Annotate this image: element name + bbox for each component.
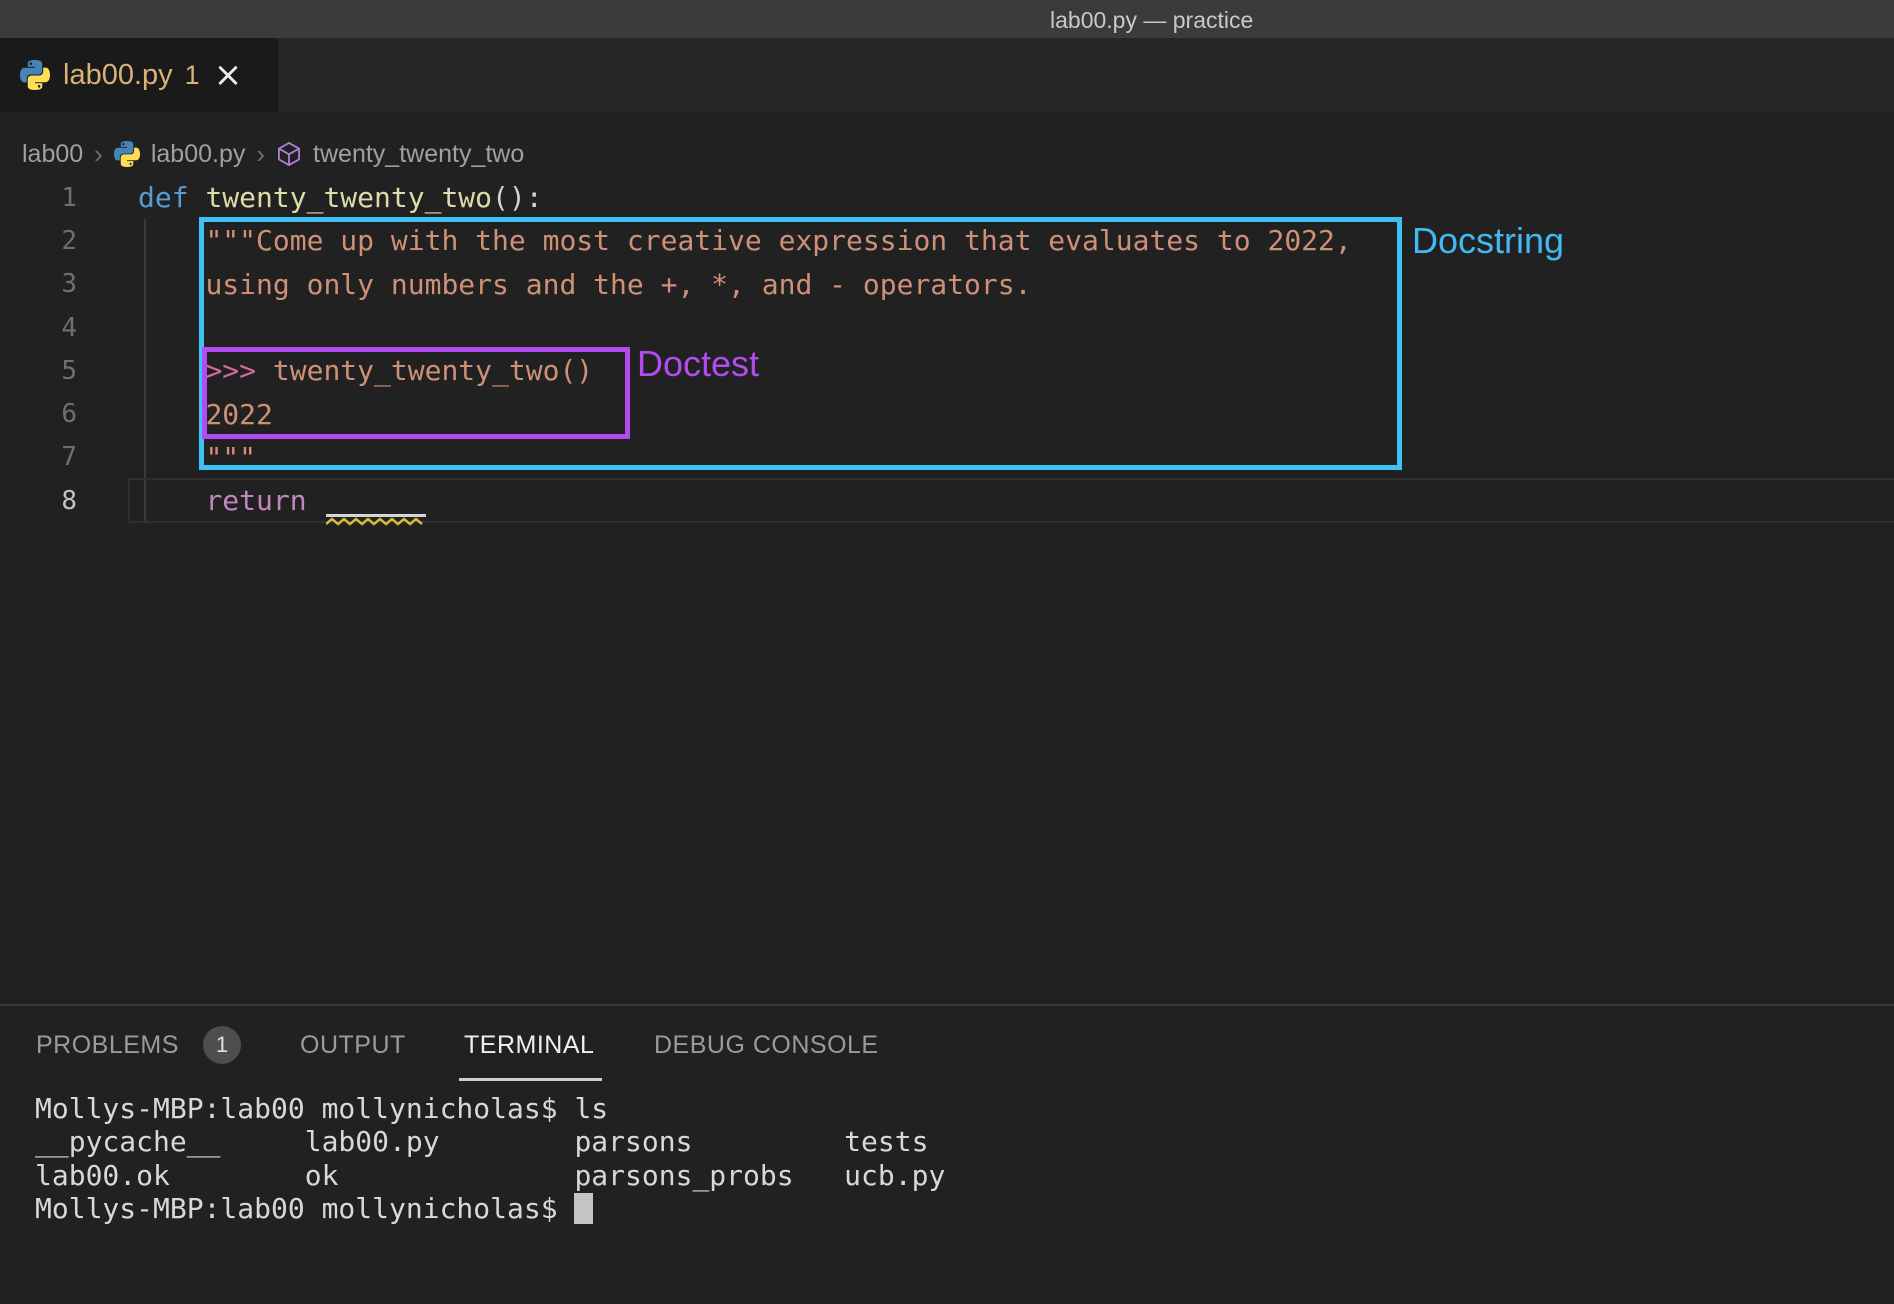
docstring-annotation-label: Docstring	[1412, 220, 1564, 262]
breadcrumb-item-symbol[interactable]: twenty_twenty_two	[313, 140, 524, 169]
tab-label: lab00.py	[63, 59, 173, 92]
code-token	[138, 354, 205, 387]
terminal-line: __pycache__ lab00.py parsons tests	[35, 1125, 945, 1158]
line-number: 7	[0, 442, 77, 472]
code-line[interactable]: 1 def twenty_twenty_two():	[0, 176, 1894, 219]
terminal-output[interactable]: Mollys-MBP:lab00 mollynicholas$ ls __pyc…	[35, 1092, 945, 1226]
breadcrumb: lab00 › lab00.py › twenty_twenty_two	[22, 138, 524, 170]
code-token: def	[138, 181, 205, 214]
breadcrumb-item-file[interactable]: lab00.py	[151, 140, 246, 169]
window-titlebar: lab00.py — practice	[0, 0, 1894, 38]
doctest-annotation-label: Doctest	[637, 343, 759, 385]
panel-divider	[0, 1004, 1894, 1006]
terminal-line: lab00.ok ok parsons_probs ucb.py	[35, 1159, 945, 1192]
terminal-line: Mollys-MBP:lab00 mollynicholas$ ls	[35, 1092, 945, 1125]
chevron-right-icon: ›	[256, 139, 265, 170]
chevron-right-icon: ›	[94, 139, 103, 170]
panel-tab-terminal[interactable]: TERMINAL	[464, 1031, 594, 1060]
doctest-annotation-box	[202, 347, 630, 439]
warning-squiggle-icon	[326, 517, 426, 527]
window-title: lab00.py — practice	[1050, 7, 1253, 34]
line-number: 5	[0, 356, 77, 386]
code-token: return	[205, 484, 306, 517]
python-icon	[114, 141, 140, 167]
code-token	[138, 268, 205, 301]
terminal-prompt: Mollys-MBP:lab00 mollynicholas$	[35, 1192, 574, 1225]
code-token	[138, 441, 205, 474]
tab-modified-count: 1	[185, 60, 200, 91]
line-number: 4	[0, 313, 77, 343]
line-number: 3	[0, 269, 77, 299]
active-tab-underline	[459, 1078, 602, 1081]
line-number: 1	[0, 183, 77, 213]
terminal-cursor	[574, 1193, 593, 1224]
code-token	[138, 224, 205, 257]
line-number: 6	[0, 399, 77, 429]
code-line[interactable]: 8 return	[0, 479, 1894, 522]
line-number: 2	[0, 226, 77, 256]
code-token: twenty_twenty_two	[205, 181, 492, 214]
tab-close-icon[interactable]: ×	[214, 60, 243, 90]
panel-tab-output[interactable]: OUTPUT	[300, 1031, 406, 1060]
breadcrumb-item-folder[interactable]: lab00	[22, 140, 83, 169]
panel-tab-debug-console[interactable]: DEBUG CONSOLE	[654, 1031, 879, 1060]
terminal-prompt-line: Mollys-MBP:lab00 mollynicholas$	[35, 1192, 945, 1225]
code-token	[307, 484, 324, 517]
tab-lab00py[interactable]: lab00.py 1 ×	[0, 38, 278, 112]
symbol-namespace-icon	[276, 141, 302, 167]
python-icon	[20, 60, 50, 90]
code-token	[138, 484, 205, 517]
panel-tab-problems[interactable]: PROBLEMS	[36, 1031, 179, 1060]
code-token: ():	[492, 181, 543, 214]
code-token	[138, 398, 205, 431]
editor-tab-bar: lab00.py 1 ×	[0, 38, 1894, 112]
line-number: 8	[0, 486, 77, 516]
problems-count-badge: 1	[203, 1026, 241, 1064]
